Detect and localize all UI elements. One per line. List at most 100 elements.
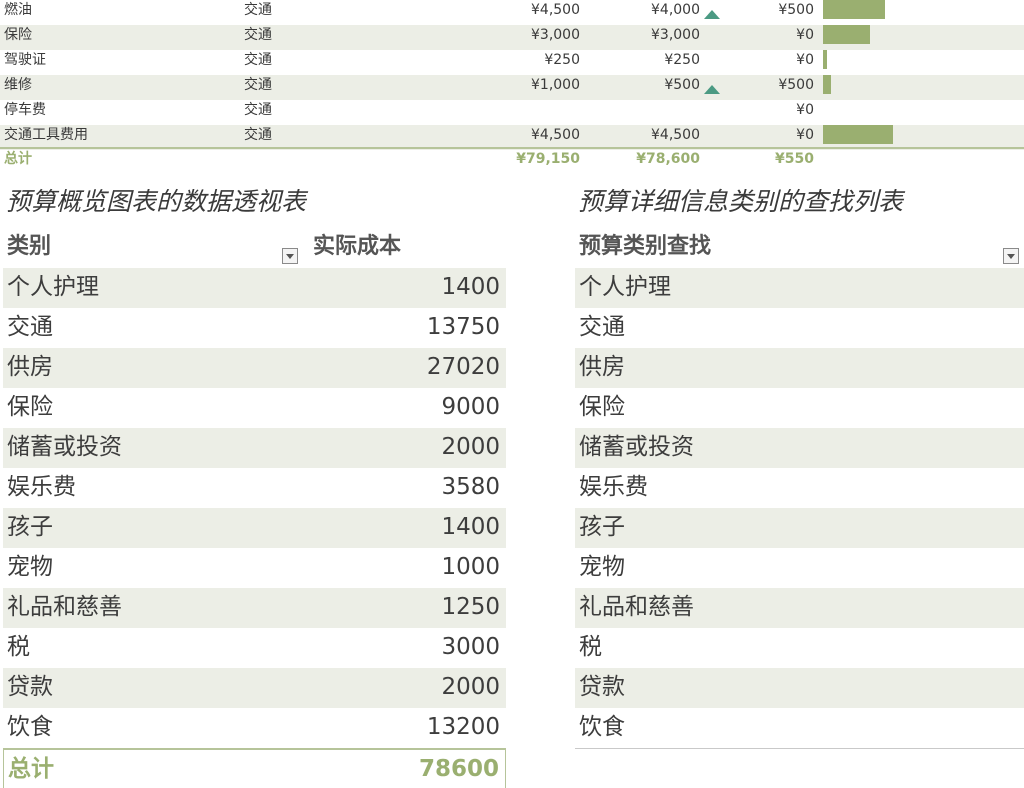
item-name: 驾驶证 <box>4 52 46 68</box>
list-item[interactable]: 个人护理 <box>575 268 1024 308</box>
pivot-category: 储蓄或投资 <box>7 434 122 460</box>
table-row[interactable]: 储蓄或投资 2000 <box>3 428 506 468</box>
table-row[interactable]: 供房 27020 <box>3 348 506 388</box>
item-actual: ¥4,000 <box>651 2 700 18</box>
list-item[interactable]: 贷款 <box>575 668 1024 708</box>
table-row[interactable]: 税 3000 <box>3 628 506 668</box>
item-category: 交通 <box>244 27 272 43</box>
item-category: 交通 <box>244 77 272 93</box>
lookup-header-row: 预算类别查找 <box>575 228 1024 268</box>
pivot-value: 27020 <box>426 354 500 380</box>
table-row[interactable]: 饮食 13200 <box>3 708 506 748</box>
trend-up-icon <box>704 10 720 19</box>
list-item[interactable]: 供房 <box>575 348 1024 388</box>
table-row[interactable]: 个人护理 1400 <box>3 268 506 308</box>
pivot-value: 3000 <box>441 634 500 660</box>
pivot-category: 交通 <box>7 314 53 340</box>
pivot-total-value: 78600 <box>418 756 499 782</box>
pivot-value: 9000 <box>441 394 500 420</box>
pivot-header-actual: 实际成本 <box>313 234 402 259</box>
item-difference: ¥0 <box>796 27 814 43</box>
data-bar <box>823 125 893 144</box>
item-estimated: ¥250 <box>544 52 580 68</box>
pivot-category: 贷款 <box>7 674 53 700</box>
lookup-item-label: 宠物 <box>579 554 625 580</box>
table-row[interactable]: 停车费 交通 ¥0 <box>0 100 1024 125</box>
list-item[interactable]: 孩子 <box>575 508 1024 548</box>
table-row[interactable]: 交通 13750 <box>3 308 506 348</box>
list-item[interactable]: 礼品和慈善 <box>575 588 1024 628</box>
list-item[interactable]: 税 <box>575 628 1024 668</box>
item-estimated: ¥4,500 <box>531 127 580 143</box>
pivot-total-row[interactable]: 总计 78600 <box>3 748 506 788</box>
pivot-category: 宠物 <box>7 554 53 580</box>
lookup-item-label: 保险 <box>579 394 625 420</box>
pivot-value: 13750 <box>426 314 500 340</box>
lookup-item-label: 税 <box>579 634 602 660</box>
item-difference: ¥0 <box>796 102 814 118</box>
filter-dropdown-icon[interactable] <box>282 248 298 264</box>
data-bar <box>823 0 885 19</box>
item-name: 停车费 <box>4 102 46 118</box>
pivot-total-label: 总计 <box>8 756 54 782</box>
item-difference: ¥500 <box>778 77 814 93</box>
lookup-header: 预算类别查找 <box>579 234 712 259</box>
item-name: 维修 <box>4 77 32 93</box>
item-estimated: ¥1,000 <box>531 77 580 93</box>
pivot-value: 1000 <box>441 554 500 580</box>
table-row[interactable]: 保险 交通 ¥3,000 ¥3,000 ¥0 <box>0 25 1024 50</box>
detail-total-difference: ¥550 <box>775 151 814 167</box>
list-item[interactable]: 宠物 <box>575 548 1024 588</box>
item-difference: ¥500 <box>778 2 814 18</box>
filter-dropdown-icon[interactable] <box>1003 248 1019 264</box>
table-row[interactable]: 驾驶证 交通 ¥250 ¥250 ¥0 <box>0 50 1024 75</box>
item-category: 交通 <box>244 2 272 18</box>
pivot-category: 个人护理 <box>7 274 99 300</box>
item-actual: ¥250 <box>664 52 700 68</box>
data-bar <box>823 25 870 44</box>
item-estimated: ¥4,500 <box>531 2 580 18</box>
item-difference: ¥0 <box>796 52 814 68</box>
pivot-value: 1250 <box>441 594 500 620</box>
table-row[interactable]: 燃油 交通 ¥4,500 ¥4,000 ¥500 <box>0 0 1024 25</box>
list-item[interactable]: 储蓄或投资 <box>575 428 1024 468</box>
budget-detail-table: 燃油 交通 ¥4,500 ¥4,000 ¥500 保险 交通 ¥3,000 ¥3,000 ¥0 驾驶… <box>0 0 1024 150</box>
detail-total-label: 总计 <box>4 151 32 167</box>
pivot-value: 2000 <box>441 434 500 460</box>
list-item[interactable]: 娱乐费 <box>575 468 1024 508</box>
lookup-list-title: 预算详细信息类别的查找列表 <box>578 187 904 216</box>
item-name: 交通工具费用 <box>4 127 88 143</box>
lookup-item-label: 贷款 <box>579 674 625 700</box>
table-row[interactable]: 礼品和慈善 1250 <box>3 588 506 628</box>
pivot-value: 3580 <box>441 474 500 500</box>
item-actual: ¥500 <box>664 77 700 93</box>
lookup-item-label: 孩子 <box>579 514 625 540</box>
table-row[interactable]: 维修 交通 ¥1,000 ¥500 ¥500 <box>0 75 1024 100</box>
lookup-item-label: 供房 <box>579 354 625 380</box>
list-item[interactable]: 饮食 <box>575 708 1024 749</box>
pivot-category: 饮食 <box>7 714 53 740</box>
lookup-rows: 个人护理 交通供房保险储蓄或投资娱乐费孩子宠物礼品和慈善税贷款饮食 <box>575 268 1024 749</box>
table-row[interactable]: 宠物 1000 <box>3 548 506 588</box>
pivot-header-category: 类别 <box>7 234 52 259</box>
table-row[interactable]: 孩子 1400 <box>3 508 506 548</box>
list-item[interactable]: 保险 <box>575 388 1024 428</box>
table-row[interactable]: 娱乐费 3580 <box>3 468 506 508</box>
pivot-rows: 个人护理 1400 交通 13750 供房 27020 保险 9000 储蓄或投资 2000 娱乐费… <box>3 268 506 748</box>
lookup-item-label: 娱乐费 <box>579 474 648 500</box>
detail-total-row: 总计 ¥79,150 ¥78,600 ¥550 <box>0 147 1024 171</box>
pivot-table: 类别 实际成本 个人护理 1400 交通 13750 供房 27020 保险 9000 储蓄或投… <box>3 228 506 788</box>
pivot-value: 13200 <box>426 714 500 740</box>
item-category: 交通 <box>244 127 272 143</box>
table-row[interactable]: 贷款 2000 <box>3 668 506 708</box>
lookup-list: 预算类别查找 个人护理 交通供房保险储蓄或投资娱乐费孩子宠物礼品和慈善税贷款饮食 <box>575 228 1024 749</box>
item-category: 交通 <box>244 102 272 118</box>
pivot-category: 保险 <box>7 394 53 420</box>
trend-up-icon <box>704 85 720 94</box>
detail-total-estimated: ¥79,150 <box>516 151 580 167</box>
pivot-value: 1400 <box>441 274 500 300</box>
table-row[interactable]: 保险 9000 <box>3 388 506 428</box>
list-item[interactable]: 交通 <box>575 308 1024 348</box>
detail-total-actual: ¥78,600 <box>636 151 700 167</box>
lookup-item-label: 储蓄或投资 <box>579 434 694 460</box>
